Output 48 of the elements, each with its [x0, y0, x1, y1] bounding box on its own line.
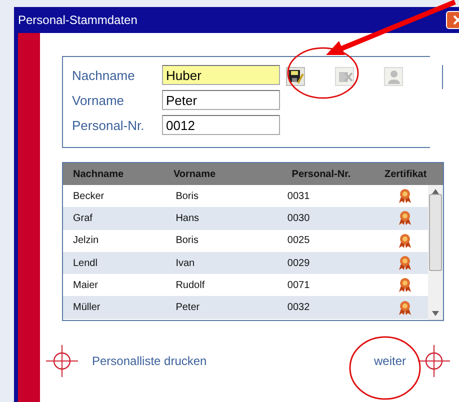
table-row[interactable]: Graf Hans 0030	[63, 207, 428, 230]
rosette-icon	[398, 188, 412, 204]
rosette-icon	[398, 277, 412, 294]
annotation-circle	[349, 336, 421, 400]
table-cell-text: Rudolf	[176, 280, 206, 291]
table-cell-text: 0031	[287, 190, 311, 202]
up-arrow-icon	[432, 189, 439, 194]
column-header: Vorname	[174, 168, 217, 180]
crosshair-icon	[46, 345, 78, 377]
table-cell-text: Boris	[176, 190, 200, 202]
table-cell-text: Boris	[176, 235, 200, 246]
field-label: Personal-Nr.	[72, 118, 146, 132]
table-cell-text: 0032	[287, 302, 311, 314]
column-header: Personal-Nr.	[290, 168, 352, 180]
table-cell-text: Müller	[72, 302, 102, 314]
table-cell-text: Jelzin	[72, 235, 100, 246]
input-field[interactable]: Peter	[162, 90, 280, 110]
rosette-icon	[398, 232, 412, 249]
window-title: Personal-Stammdaten	[18, 13, 138, 27]
rosette-icon	[398, 210, 412, 226]
rosette-icon	[398, 300, 412, 316]
table-cell-text: 0030	[287, 212, 311, 224]
scrollbar[interactable]	[428, 185, 443, 320]
input-field[interactable]: 0012	[162, 115, 280, 135]
table-cell-text: Hans	[176, 212, 200, 224]
table-row[interactable]: Müller Peter 0032	[63, 296, 428, 319]
table-cell-text: Maier	[72, 280, 100, 291]
crosshair-icon	[418, 345, 450, 377]
table-cell-text: Lendl	[72, 258, 98, 269]
annotation-circle	[287, 47, 359, 99]
table-cell-text: 0029	[287, 258, 311, 269]
table-cell-text: Peter	[176, 302, 201, 314]
save-button[interactable]	[286, 67, 305, 86]
field-label: Nachname	[72, 68, 136, 82]
table-cell-text: Graf	[72, 212, 94, 224]
print-list-link[interactable]: Personalliste drucken	[92, 354, 207, 368]
down-arrow-icon	[432, 311, 439, 316]
column-header: Nachname	[72, 168, 125, 180]
table-cell-text: Becker	[72, 190, 106, 202]
table-cell-text: 0071	[287, 280, 311, 291]
field-label: Vorname	[72, 92, 126, 108]
table-cell-text: Ivan	[176, 258, 196, 269]
input-field[interactable]: Huber	[162, 65, 280, 85]
table-row[interactable]: Lendl Ivan 0029	[63, 252, 428, 274]
column-header: Zertifikat	[384, 168, 428, 180]
table-cell-text: 0025	[287, 235, 311, 246]
rosette-icon	[398, 255, 412, 272]
next-link[interactable]: weiter	[374, 354, 406, 368]
